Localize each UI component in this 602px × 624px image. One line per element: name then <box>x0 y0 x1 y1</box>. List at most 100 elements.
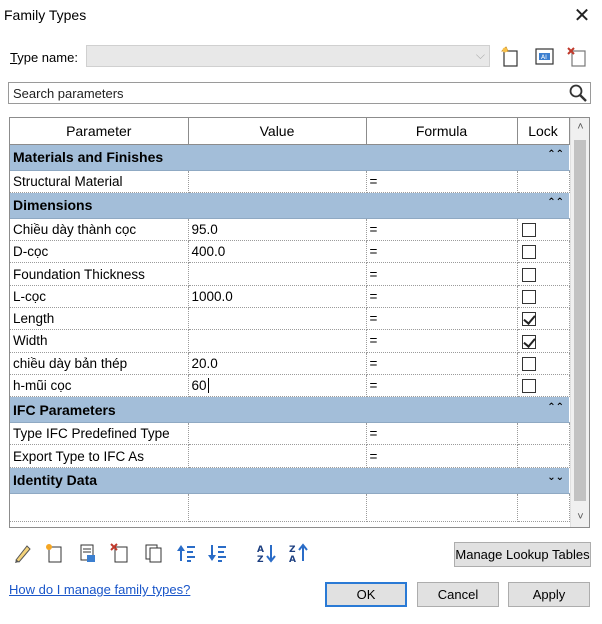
lock-checkbox[interactable] <box>521 223 536 238</box>
svg-text:Z: Z <box>257 555 264 564</box>
formula-cell-text: = <box>369 333 378 349</box>
parameter-row[interactable]: h-mũi cọc 60 = <box>10 374 570 398</box>
value-cell[interactable]: 60 <box>188 374 367 398</box>
parameter-row[interactable]: Length = <box>10 307 570 331</box>
formula-cell[interactable]: = <box>366 444 518 468</box>
type-name-dropdown[interactable]: ⌵ <box>86 45 490 67</box>
column-header-formula[interactable]: Formula <box>366 118 518 145</box>
move-down-icon[interactable] <box>206 542 228 564</box>
lock-checkbox[interactable] <box>521 267 536 282</box>
value-cell[interactable] <box>188 262 367 286</box>
parameter-row[interactable]: Foundation Thickness = <box>10 262 570 286</box>
formula-cell[interactable]: = <box>366 352 518 375</box>
column-header-lock[interactable]: Lock <box>517 118 570 145</box>
lock-cell[interactable] <box>517 329 570 353</box>
value-cell[interactable] <box>188 422 367 446</box>
ok-button[interactable]: OK <box>325 582 407 607</box>
formula-cell[interactable]: = <box>366 329 518 353</box>
column-header-value[interactable]: Value <box>188 118 367 145</box>
new-type-icon[interactable] <box>499 45 523 69</box>
group-row[interactable]: Dimensions ⌃⌃ <box>10 192 569 219</box>
value-cell[interactable]: 20.0 <box>188 352 367 375</box>
formula-cell[interactable]: = <box>366 170 518 193</box>
group-header[interactable]: Materials and Finishes ⌃⌃ <box>10 144 569 171</box>
apply-button[interactable]: Apply <box>508 582 590 607</box>
parameter-row[interactable]: Structural Material = <box>10 170 570 193</box>
collapse-icon[interactable]: ⌃⌃ <box>547 197 564 208</box>
formula-cell[interactable]: = <box>366 285 518 308</box>
lock-cell[interactable] <box>517 307 570 331</box>
lock-cell[interactable] <box>517 262 570 286</box>
group-header[interactable]: Identity Data ⌄⌄ <box>10 467 569 494</box>
group-row[interactable]: Identity Data ⌄⌄ <box>10 467 569 494</box>
group-row[interactable]: Materials and Finishes ⌃⌃ <box>10 144 569 171</box>
lock-cell[interactable] <box>517 374 570 398</box>
value-cell[interactable]: 95.0 <box>188 218 367 242</box>
parameter-row[interactable]: D-cọc 400.0 = <box>10 240 570 264</box>
search-icon[interactable] <box>568 83 588 103</box>
scroll-thumb[interactable] <box>574 140 586 501</box>
parameters-grid[interactable]: Parameter Value Formula Lock Materials a… <box>9 117 590 528</box>
lock-cell[interactable] <box>517 218 570 242</box>
formula-cell[interactable]: = <box>366 262 518 286</box>
group-header[interactable]: Dimensions ⌃⌃ <box>10 192 569 219</box>
lock-checkbox[interactable] <box>521 356 536 371</box>
lock-cell <box>517 170 570 193</box>
formula-cell[interactable]: = <box>366 422 518 446</box>
collapse-icon[interactable]: ⌃⌃ <box>547 149 564 160</box>
formula-cell[interactable]: = <box>366 307 518 331</box>
edit-parameter-icon[interactable] <box>12 542 34 564</box>
lock-checkbox[interactable] <box>521 334 536 349</box>
lock-cell <box>517 422 570 446</box>
parameter-row[interactable]: Type IFC Predefined Type = <box>10 422 570 446</box>
lock-cell[interactable] <box>517 240 570 264</box>
close-icon[interactable]: ✕ <box>570 4 594 28</box>
value-cell[interactable] <box>188 170 367 193</box>
group-header[interactable]: IFC Parameters ⌃⌃ <box>10 396 569 424</box>
lock-checkbox[interactable] <box>521 312 536 327</box>
copy-parameter-icon[interactable] <box>142 542 164 564</box>
parameter-name-cell-text: L-cọc <box>13 288 47 304</box>
group-row[interactable]: IFC Parameters ⌃⌃ <box>10 396 569 424</box>
delete-parameter-icon[interactable] <box>76 542 98 564</box>
lock-cell[interactable] <box>517 285 570 308</box>
parameter-row[interactable]: L-cọc 1000.0 = <box>10 285 570 308</box>
value-cell[interactable] <box>188 307 367 331</box>
scroll-up-icon[interactable]: ˄ <box>571 118 589 136</box>
vertical-scrollbar[interactable]: ˄ ˅ <box>570 118 589 527</box>
lock-cell[interactable] <box>517 352 570 375</box>
parameter-row[interactable]: Export Type to IFC As = <box>10 444 570 468</box>
parameter-row[interactable]: Width = <box>10 329 570 353</box>
parameter-name-cell: Foundation Thickness <box>10 262 189 286</box>
value-cell[interactable] <box>188 329 367 353</box>
rename-type-icon[interactable]: AI <box>533 45 557 69</box>
move-up-icon[interactable] <box>175 542 197 564</box>
formula-cell[interactable]: = <box>366 218 518 242</box>
value-cell[interactable] <box>188 444 367 468</box>
parameter-row[interactable]: chiều dày bản thép 20.0 = <box>10 352 570 375</box>
formula-cell[interactable]: = <box>366 240 518 264</box>
formula-cell[interactable]: = <box>366 374 518 398</box>
search-input[interactable] <box>9 83 559 103</box>
remove-parameter-icon[interactable] <box>109 542 131 564</box>
svg-text:AI: AI <box>541 54 547 61</box>
manage-lookup-tables-button[interactable]: Manage Lookup Tables <box>454 542 591 567</box>
lock-checkbox[interactable] <box>521 290 536 305</box>
new-parameter-icon[interactable] <box>43 542 65 564</box>
delete-type-icon[interactable] <box>566 45 590 69</box>
collapse-icon[interactable]: ⌃⌃ <box>547 402 564 413</box>
lock-checkbox[interactable] <box>521 379 536 394</box>
search-box[interactable] <box>8 82 591 104</box>
value-cell[interactable]: 400.0 <box>188 240 367 264</box>
sort-descending-icon[interactable]: Z A <box>288 542 310 564</box>
value-cell[interactable]: 1000.0 <box>188 285 367 308</box>
lock-checkbox[interactable] <box>521 245 536 260</box>
help-link[interactable]: How do I manage family types? <box>9 582 190 597</box>
sort-ascending-icon[interactable]: A Z <box>256 542 278 564</box>
parameter-name-cell-text: Type IFC Predefined Type <box>13 426 170 442</box>
parameter-row[interactable]: Chiều dày thành cọc 95.0 = <box>10 218 570 242</box>
scroll-down-icon[interactable]: ˅ <box>571 508 589 526</box>
column-header-parameter[interactable]: Parameter <box>10 118 189 145</box>
expand-icon[interactable]: ⌄⌄ <box>547 472 564 483</box>
cancel-button[interactable]: Cancel <box>417 582 499 607</box>
